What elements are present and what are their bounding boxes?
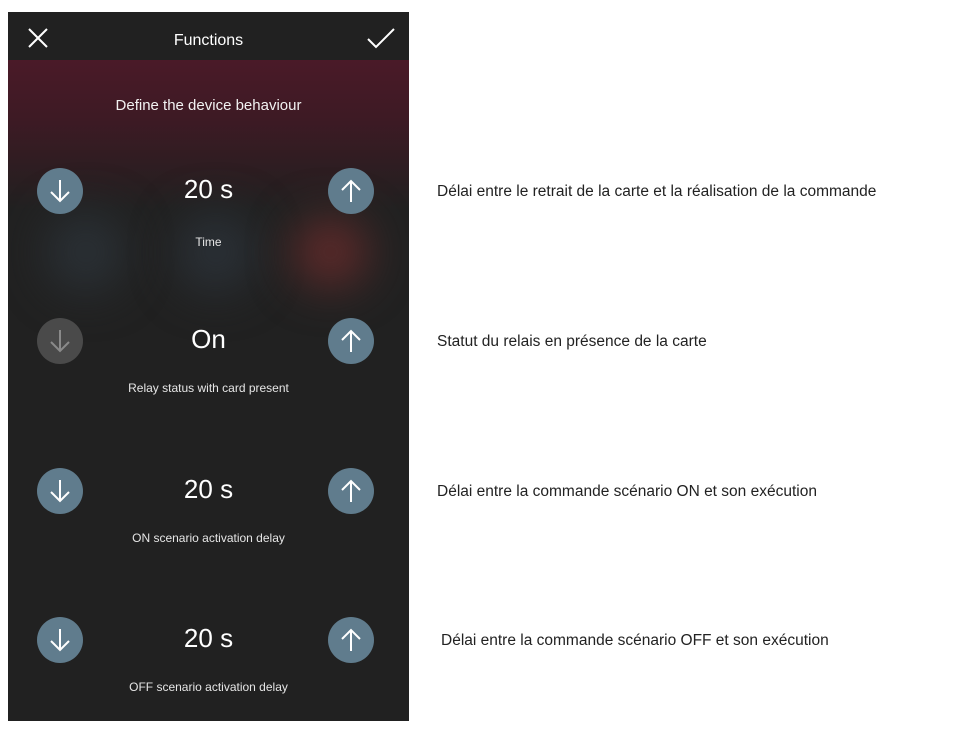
- relay-status-value: On: [191, 324, 226, 354]
- decrease-on-delay-button[interactable]: [37, 468, 83, 514]
- app-screen: Functions Define the device behaviour 20…: [8, 12, 409, 721]
- time-label: Time: [195, 235, 222, 249]
- annotation-time: Délai entre le retrait de la carte et la…: [437, 183, 877, 200]
- arrow-down-icon: [50, 629, 70, 652]
- increase-off-delay-button[interactable]: [328, 617, 374, 663]
- increase-on-delay-button[interactable]: [328, 468, 374, 514]
- arrow-up-icon: [341, 179, 361, 202]
- increase-time-button[interactable]: [328, 168, 374, 214]
- setting-row-time: 20 s Time: [8, 168, 409, 278]
- arrow-down-icon: [50, 480, 70, 503]
- confirm-button[interactable]: [365, 22, 397, 54]
- relay-status-label: Relay status with card present: [128, 381, 289, 395]
- page-subtitle: Define the device behaviour: [115, 97, 302, 114]
- setting-row-on-scenario-delay: 20 s ON scenario activation delay: [8, 468, 409, 578]
- decrease-time-button[interactable]: [37, 168, 83, 214]
- top-bar: Functions: [8, 12, 409, 64]
- annotation-off-delay: Délai entre la commande scénario OFF et …: [441, 632, 829, 649]
- arrow-up-icon: [341, 628, 361, 651]
- time-value: 20 s: [183, 174, 234, 204]
- arrow-down-icon: [50, 180, 70, 203]
- checkmark-icon: [367, 28, 395, 49]
- on-delay-label: ON scenario activation delay: [132, 531, 285, 545]
- setting-row-off-scenario-delay: 20 s OFF scenario activation delay: [8, 617, 409, 721]
- page-title: Functions: [173, 32, 244, 49]
- on-delay-value: 20 s: [183, 474, 234, 504]
- off-delay-label: OFF scenario activation delay: [129, 680, 288, 694]
- arrow-down-icon: [50, 330, 70, 353]
- arrow-up-icon: [341, 479, 361, 502]
- decrease-off-delay-button[interactable]: [37, 617, 83, 663]
- annotation-relay-status: Statut du relais en présence de la carte: [437, 333, 707, 350]
- off-delay-value: 20 s: [183, 623, 234, 653]
- decrease-relay-status-button[interactable]: [37, 318, 83, 364]
- setting-row-relay-status: On Relay status with card present: [8, 318, 409, 428]
- arrow-up-icon: [341, 329, 361, 352]
- increase-relay-status-button[interactable]: [328, 318, 374, 364]
- annotation-on-delay: Délai entre la commande scénario ON et s…: [437, 483, 817, 500]
